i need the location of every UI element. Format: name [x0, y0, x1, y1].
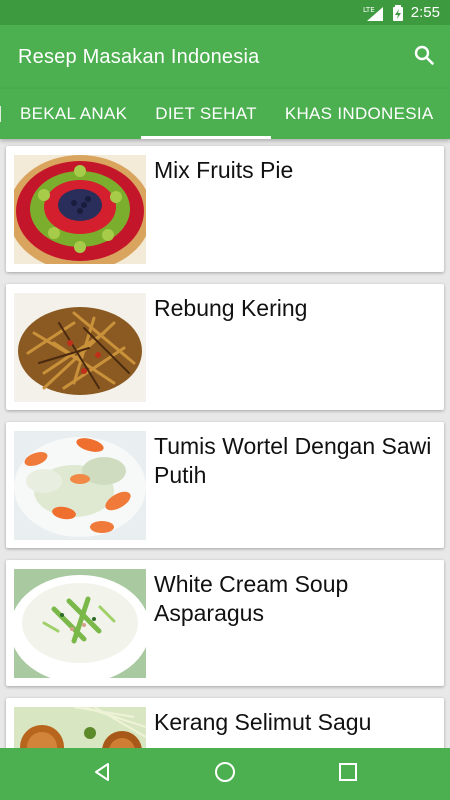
recents-icon [339, 762, 358, 786]
recipe-card[interactable]: Rebung Kering [6, 284, 444, 410]
tab-label: KHAS INDONESIA [284, 104, 434, 123]
recipe-title: Mix Fruits Pie [154, 157, 294, 183]
lte-signal-icon: LTE [363, 5, 385, 21]
svg-text:LTE: LTE [363, 6, 375, 14]
recipe-card[interactable]: White Cream Soup Asparagus [6, 560, 444, 686]
recipe-image-tumis-wortel [14, 431, 146, 540]
tab-label: DIET SEHAT [155, 104, 257, 123]
recipe-image-kerang-sagu [14, 707, 146, 748]
recipe-title: White Cream Soup Asparagus [154, 571, 349, 626]
recipe-card[interactable]: Tumis Wortel Dengan Sawi Putih [6, 422, 444, 548]
home-button[interactable] [205, 754, 245, 794]
search-icon [414, 45, 434, 70]
navigation-bar [0, 748, 450, 800]
back-button[interactable] [82, 754, 122, 794]
tab-bekal-anak[interactable]: BEKAL ANAK [6, 89, 141, 139]
recipe-card[interactable]: Mix Fruits Pie [6, 146, 444, 272]
tab-khas-indonesia[interactable]: KHAS INDONESIA [271, 89, 448, 139]
recipe-image-rebung [14, 293, 146, 402]
tab-bar: BEKAL ANAK DIET SEHAT KHAS INDONESIA [0, 89, 450, 139]
recipe-image-fruit-pie [14, 155, 146, 264]
home-icon [214, 761, 236, 788]
tab-label: BEKAL ANAK [20, 104, 128, 123]
recipe-title: Rebung Kering [154, 295, 308, 321]
recipe-title: Kerang Selimut Sagu [154, 709, 372, 735]
app-title: Resep Masakan Indonesia [18, 45, 260, 68]
recipe-card[interactable]: Kerang Selimut Sagu [6, 698, 444, 748]
tab-diet-sehat[interactable]: DIET SEHAT [141, 89, 271, 139]
search-button[interactable] [412, 45, 436, 69]
recents-button[interactable] [328, 754, 368, 794]
clock-time: 2:55 [410, 4, 440, 21]
app-bar: Resep Masakan Indonesia [0, 25, 450, 89]
back-icon [92, 762, 112, 787]
recipe-list[interactable]: Mix Fruits Pie Rebung Kering Tumis Worte… [0, 139, 450, 748]
recipe-title: Tumis Wortel Dengan Sawi Putih [154, 433, 432, 488]
recipe-image-cream-soup [14, 569, 146, 678]
status-bar: LTE 2:55 [0, 0, 450, 25]
battery-charging-icon [392, 4, 403, 21]
